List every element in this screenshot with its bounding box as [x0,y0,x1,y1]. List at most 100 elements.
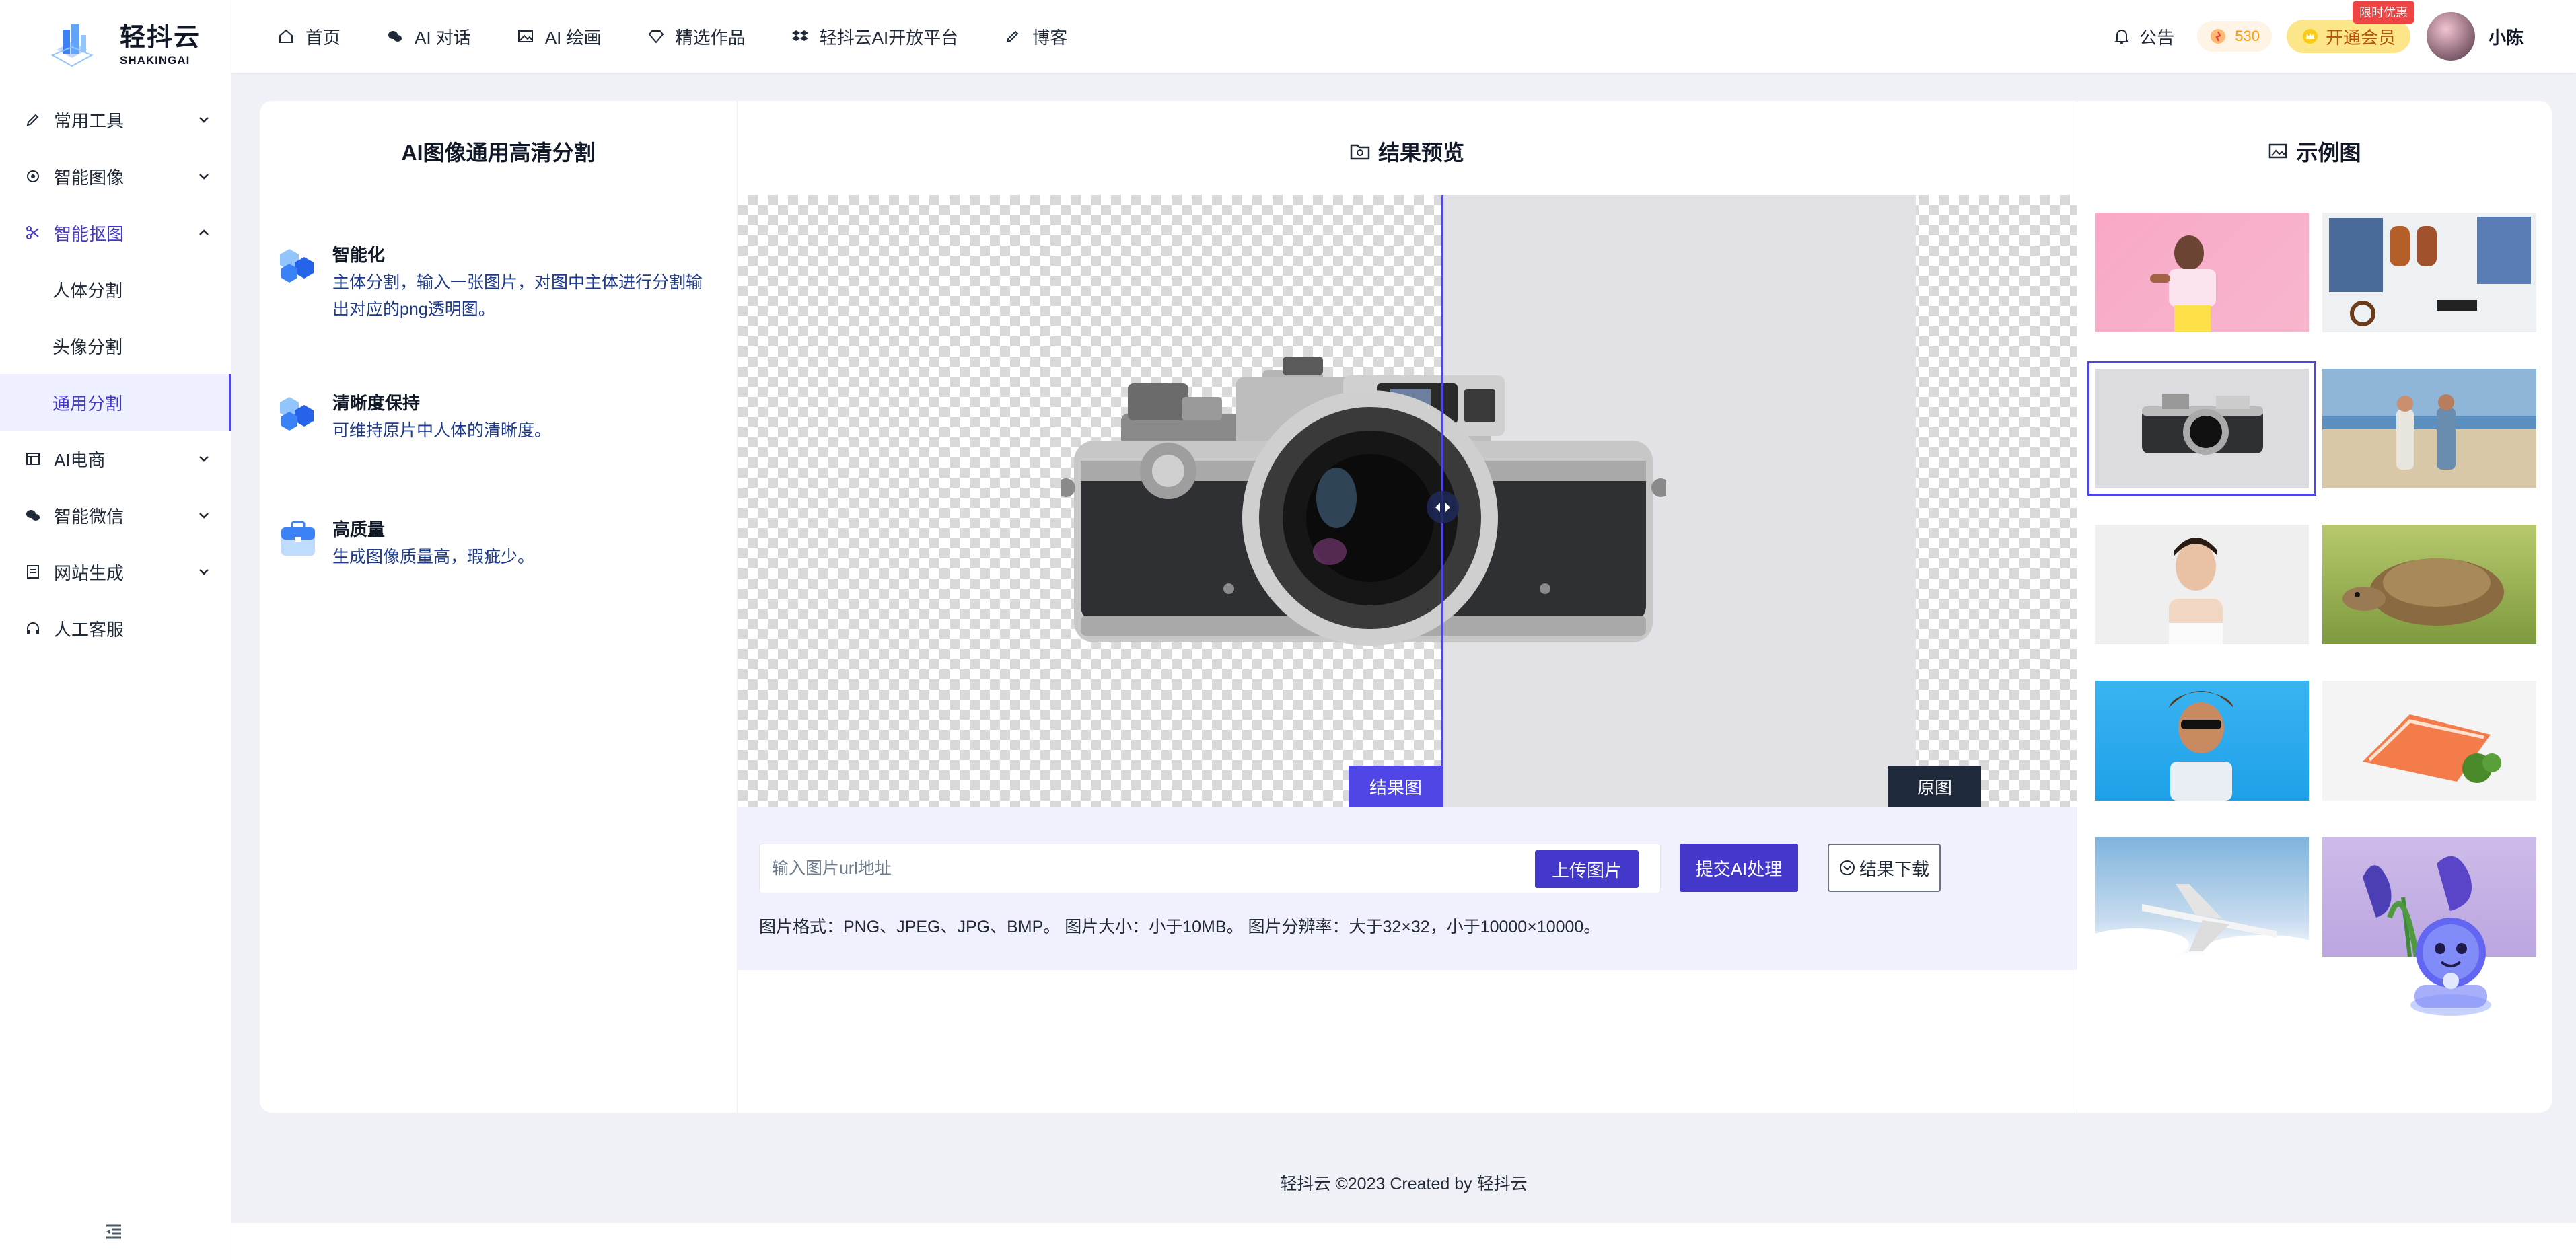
chevron-down-icon [199,569,209,575]
download-result-button[interactable]: 结果下载 [1828,844,1941,892]
submit-ai-button[interactable]: 提交AI处理 [1680,844,1798,892]
sample-image [2322,394,2536,470]
download-circle-icon [1839,860,1855,875]
document-icon [24,563,42,581]
scissors-icon [24,224,42,242]
main-card: AI图像通用高清分割 智能化 主体分割，输入一张图片，对图中主体进行分割输出对应… [260,101,2552,1113]
chevron-down-icon [199,174,209,180]
image-url-input[interactable] [772,844,1499,893]
username[interactable]: 小陈 [2489,24,2524,49]
nav-item-label: 首页 [306,27,341,48]
sample-thumbnail-selected[interactable] [2087,361,2316,496]
sidebar-item-ai-ecommerce[interactable]: AI电商 [0,431,231,487]
notice-button[interactable]: 公告 [2114,24,2174,49]
cubes-icon [280,249,314,283]
feature-title: 高质量 [332,519,386,540]
sample-thumbnail[interactable] [2095,525,2309,644]
sidebar-item-label: 智能图像 [54,167,124,188]
gallery-icon [2269,143,2287,159]
sidebar-item-label: 智能抠图 [54,223,124,244]
page-title: AI图像通用高清分割 [401,141,596,165]
sidebar-item-label: 人工客服 [54,619,124,640]
submenu-item-avatar-segment[interactable]: 头像分割 [0,318,231,374]
chevron-down-icon [199,117,209,123]
assistant-mascot-icon[interactable] [2405,911,2497,1018]
vip-label: 开通会员 [2325,27,2396,48]
feature-clarity: 清晰度保持 可维持原片中人体的清晰度。 [277,392,708,444]
sample-image [2329,217,2531,326]
drag-handle-icon [1435,503,1450,512]
feature-desc: 主体分割，输入一张图片，对图中主体进行分割输出对应的png透明图。 [332,273,703,319]
sample-image [2363,714,2501,783]
wechat-icon [24,507,42,524]
sample-thumbnail[interactable] [2322,681,2536,801]
feature-smart: 智能化 主体分割，输入一张图片，对图中主体进行分割输出对应的png透明图。 [277,244,708,323]
footer: 轻抖云 ©2023 Created by 轻抖云 [1280,1175,1528,1193]
sidebar-item-smart-wechat[interactable]: 智能微信 [0,487,231,544]
pen-icon [1004,28,1022,45]
pen-icon [24,111,42,128]
submenu-item-label: 头像分割 [52,336,123,357]
chat-icon [386,28,404,45]
coin-icon [2211,29,2226,44]
points-badge[interactable]: 530 [2197,21,2272,52]
sidebar-item-smart-image[interactable]: 智能图像 [0,148,231,205]
promo-badge: 限时优惠 [2352,1,2414,24]
diamond-icon [647,28,665,45]
bottom-strip [231,1223,2576,1260]
submenu-item-body-segment[interactable]: 人体分割 [0,261,231,318]
nav-item-blog[interactable]: 博客 [1004,24,1067,49]
nav-item-home[interactable]: 首页 [277,24,341,49]
image-icon [517,28,534,45]
nav-item-label: 精选作品 [675,27,746,48]
logo-icon [50,24,94,67]
feature-quality: 高质量 生成图像质量高，瑕疵少。 [277,518,708,570]
feature-title: 清晰度保持 [332,393,421,413]
sample-thumbnail[interactable] [2322,213,2536,332]
compare-viewer[interactable]: 结果图 原图 [738,195,2077,807]
sidebar-item-common-tools[interactable]: 常用工具 [0,91,231,148]
folder-image-icon [1350,144,1370,160]
sample-thumbnail[interactable] [2322,525,2536,644]
sample-image [2169,691,2233,801]
chevron-up-icon [199,229,209,235]
sidebar-item-website-gen[interactable]: 网站生成 [0,544,231,600]
headset-icon [24,620,42,637]
notice-label: 公告 [2139,27,2175,48]
nav-item-ai-drawing[interactable]: AI 绘画 [517,24,602,49]
format-hint: 图片格式：PNG、JPEG、JPG、BMP。 图片大小：小于10MB。 图片分辨… [759,918,1601,936]
logo[interactable]: 轻抖云 SHAKINGAI [48,20,201,70]
sidebar: 轻抖云 SHAKINGAI 常用工具 智能图像 智能抠图 人体分割 头像分割 通… [0,0,231,1260]
sample-thumbnail[interactable] [2095,837,2309,957]
upload-image-button[interactable]: 上传图片 [1535,850,1639,888]
sample-thumbnail[interactable] [2095,213,2309,332]
preview-panel: 结果预览 结果图 原图 输入图片url地址 上传图片 提交AI处理 结果下载 图… [738,101,2077,1113]
main-nav: 首页 AI 对话 AI 绘画 精选作品 轻抖云AI开放平台 博客 [277,0,1113,73]
nav-item-open-platform[interactable]: 轻抖云AI开放平台 [791,24,959,49]
sidebar-item-smart-cutout[interactable]: 智能抠图 [0,205,231,261]
avatar[interactable] [2426,12,2475,61]
points-value: 530 [2235,28,2260,44]
sidebar-item-customer-service[interactable]: 人工客服 [0,600,231,657]
logo-title: 轻抖云 [120,24,201,52]
nav-item-label: 轻抖云AI开放平台 [819,27,959,48]
toolbox-icon [281,521,315,556]
chevron-down-icon [199,456,209,462]
sample-image [2095,884,2309,957]
sample-image [2342,558,2504,626]
collapse-sidebar-icon[interactable] [104,1223,124,1240]
nav-item-label: AI 绘画 [544,27,602,48]
top-navbar: 首页 AI 对话 AI 绘画 精选作品 轻抖云AI开放平台 博客 公告 530 … [231,0,2576,73]
cubes-icon [280,397,314,431]
samples-title-text: 示例图 [2296,141,2361,165]
submenu-item-general-segment[interactable]: 通用分割 [0,374,231,431]
nav-item-ai-chat[interactable]: AI 对话 [386,24,471,49]
sample-thumbnail[interactable] [2095,681,2309,801]
result-tag: 结果图 [1349,766,1443,807]
download-label: 结果下载 [1859,858,1929,879]
compare-handle[interactable] [1427,491,1459,523]
chevron-down-icon [199,513,209,519]
vip-button[interactable]: 开通会员 限时优惠 [2286,1,2414,53]
nav-item-featured[interactable]: 精选作品 [647,24,746,49]
sample-thumbnail[interactable] [2322,369,2536,488]
